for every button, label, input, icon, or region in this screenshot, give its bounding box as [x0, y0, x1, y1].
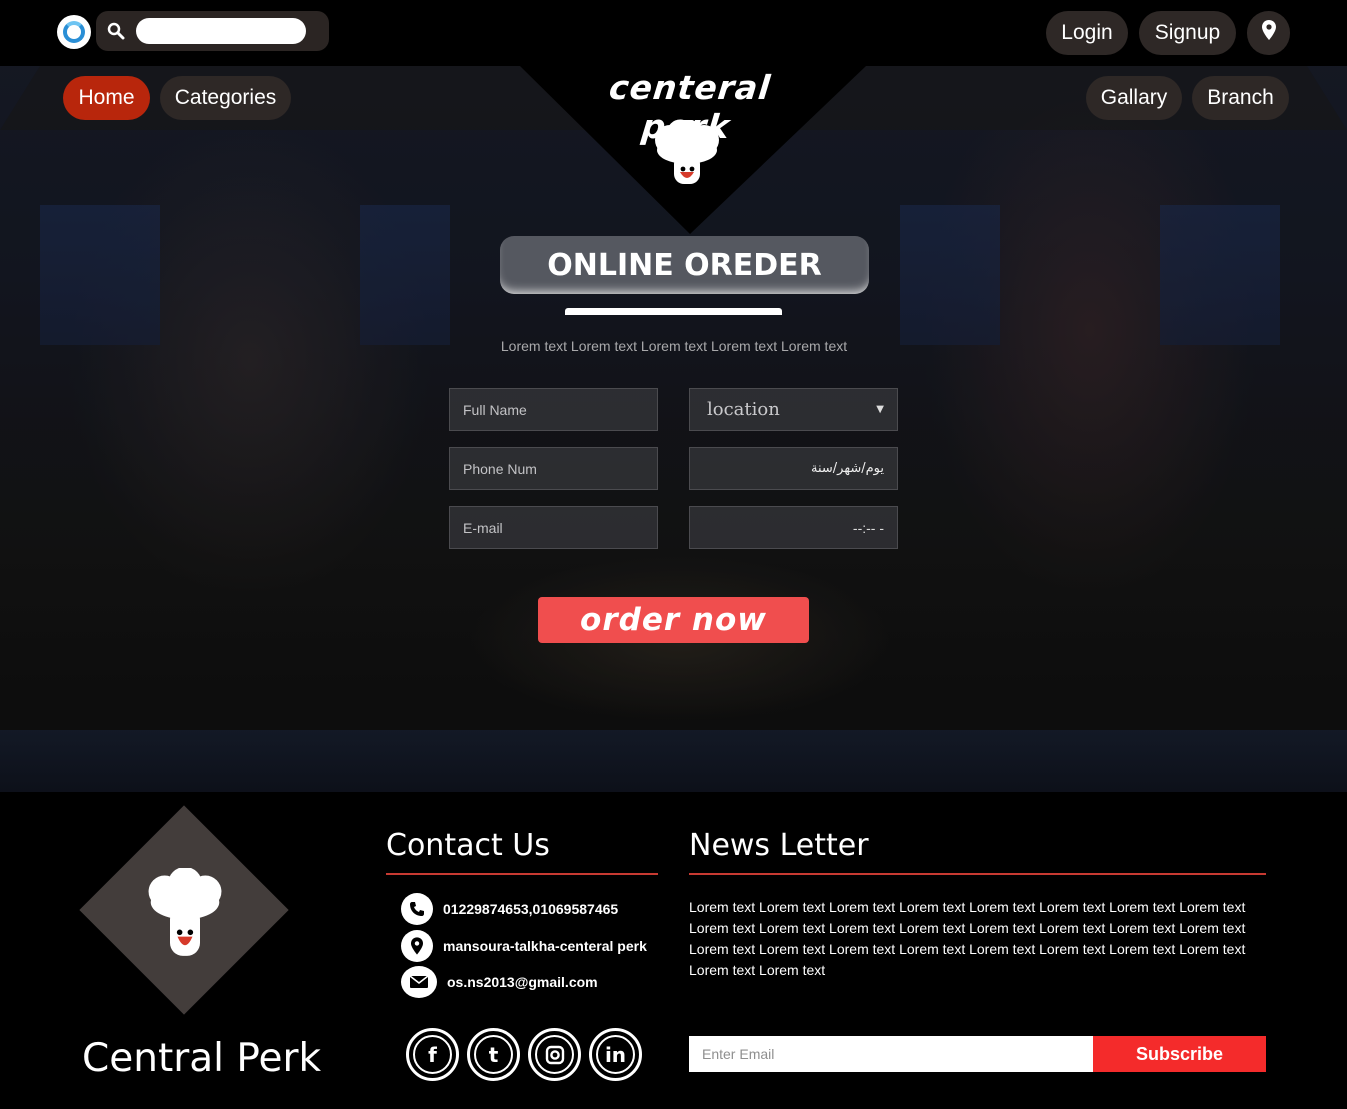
date-field-value: يوم/شهر/سنة: [811, 461, 884, 476]
hero-bottom-band: [0, 730, 1347, 792]
contact-address: mansoura-talkha-centeral perk: [401, 930, 647, 962]
facebook-button[interactable]: f: [406, 1028, 459, 1081]
site-logo-icon[interactable]: [57, 15, 91, 49]
newsletter-text: Lorem text Lorem text Lorem text Lorem t…: [689, 899, 1246, 978]
instagram-button[interactable]: [528, 1028, 581, 1081]
email-input[interactable]: [463, 519, 644, 536]
footer-brand: Central Perk: [82, 1036, 322, 1081]
newsletter-title: News Letter: [689, 828, 869, 863]
nav-home[interactable]: Home: [63, 76, 150, 120]
phone-icon: [401, 893, 433, 925]
mail-icon: [401, 966, 437, 998]
subscribe-button[interactable]: Subscribe: [1093, 1036, 1266, 1072]
order-now-button[interactable]: order now: [538, 597, 809, 643]
phone-input[interactable]: [463, 460, 644, 477]
contact-phone: 01229874653,01069587465: [401, 893, 618, 925]
twitter-button[interactable]: t: [467, 1028, 520, 1081]
full-name-input[interactable]: [463, 401, 644, 418]
newsletter-rule: [689, 873, 1266, 875]
twitter-icon: t: [474, 1035, 513, 1074]
location-select-value: location: [707, 399, 780, 420]
contact-email: os.ns2013@gmail.com: [401, 966, 598, 998]
signup-button[interactable]: Signup: [1139, 11, 1236, 55]
order-title-underline: [565, 308, 782, 315]
chevron-down-icon: ▼: [876, 404, 884, 415]
instagram-icon: [535, 1035, 574, 1074]
search-input[interactable]: [136, 18, 306, 44]
map-pin-icon: [1261, 20, 1276, 46]
map-pin-icon: [401, 930, 433, 962]
search-bar: [96, 11, 329, 51]
nav-categories[interactable]: Categories: [160, 76, 291, 120]
contact-email-text: os.ns2013@gmail.com: [447, 974, 598, 990]
login-button[interactable]: Login: [1046, 11, 1128, 55]
date-field[interactable]: يوم/شهر/سنة: [689, 447, 898, 490]
chef-hat-icon: [650, 119, 724, 195]
footer-chef-hat-icon: [145, 866, 225, 963]
location-button[interactable]: [1247, 11, 1290, 55]
order-title: ONLINE OREDER: [500, 236, 869, 294]
contact-rule: [386, 873, 658, 875]
contact-title: Contact Us: [386, 828, 550, 863]
linkedin-button[interactable]: in: [589, 1028, 642, 1081]
order-subtitle: Lorem text Lorem text Lorem text Lorem t…: [500, 338, 848, 354]
linkedin-icon: in: [596, 1035, 635, 1074]
nav-gallary[interactable]: Gallary: [1086, 76, 1182, 120]
facebook-icon: f: [413, 1035, 452, 1074]
newsletter-email-input[interactable]: [689, 1036, 1093, 1072]
email-field[interactable]: [449, 506, 658, 549]
nav-branch[interactable]: Branch: [1192, 76, 1289, 120]
full-name-field[interactable]: [449, 388, 658, 431]
time-field[interactable]: --:-- -: [689, 506, 898, 549]
contact-phone-text: 01229874653,01069587465: [443, 901, 619, 917]
location-select[interactable]: location ▼: [689, 388, 898, 431]
phone-field[interactable]: [449, 447, 658, 490]
logo-ring: [63, 21, 85, 43]
contact-address-text: mansoura-talkha-centeral perk: [443, 938, 647, 954]
search-icon[interactable]: [96, 22, 136, 40]
time-field-value: --:-- -: [852, 519, 884, 536]
